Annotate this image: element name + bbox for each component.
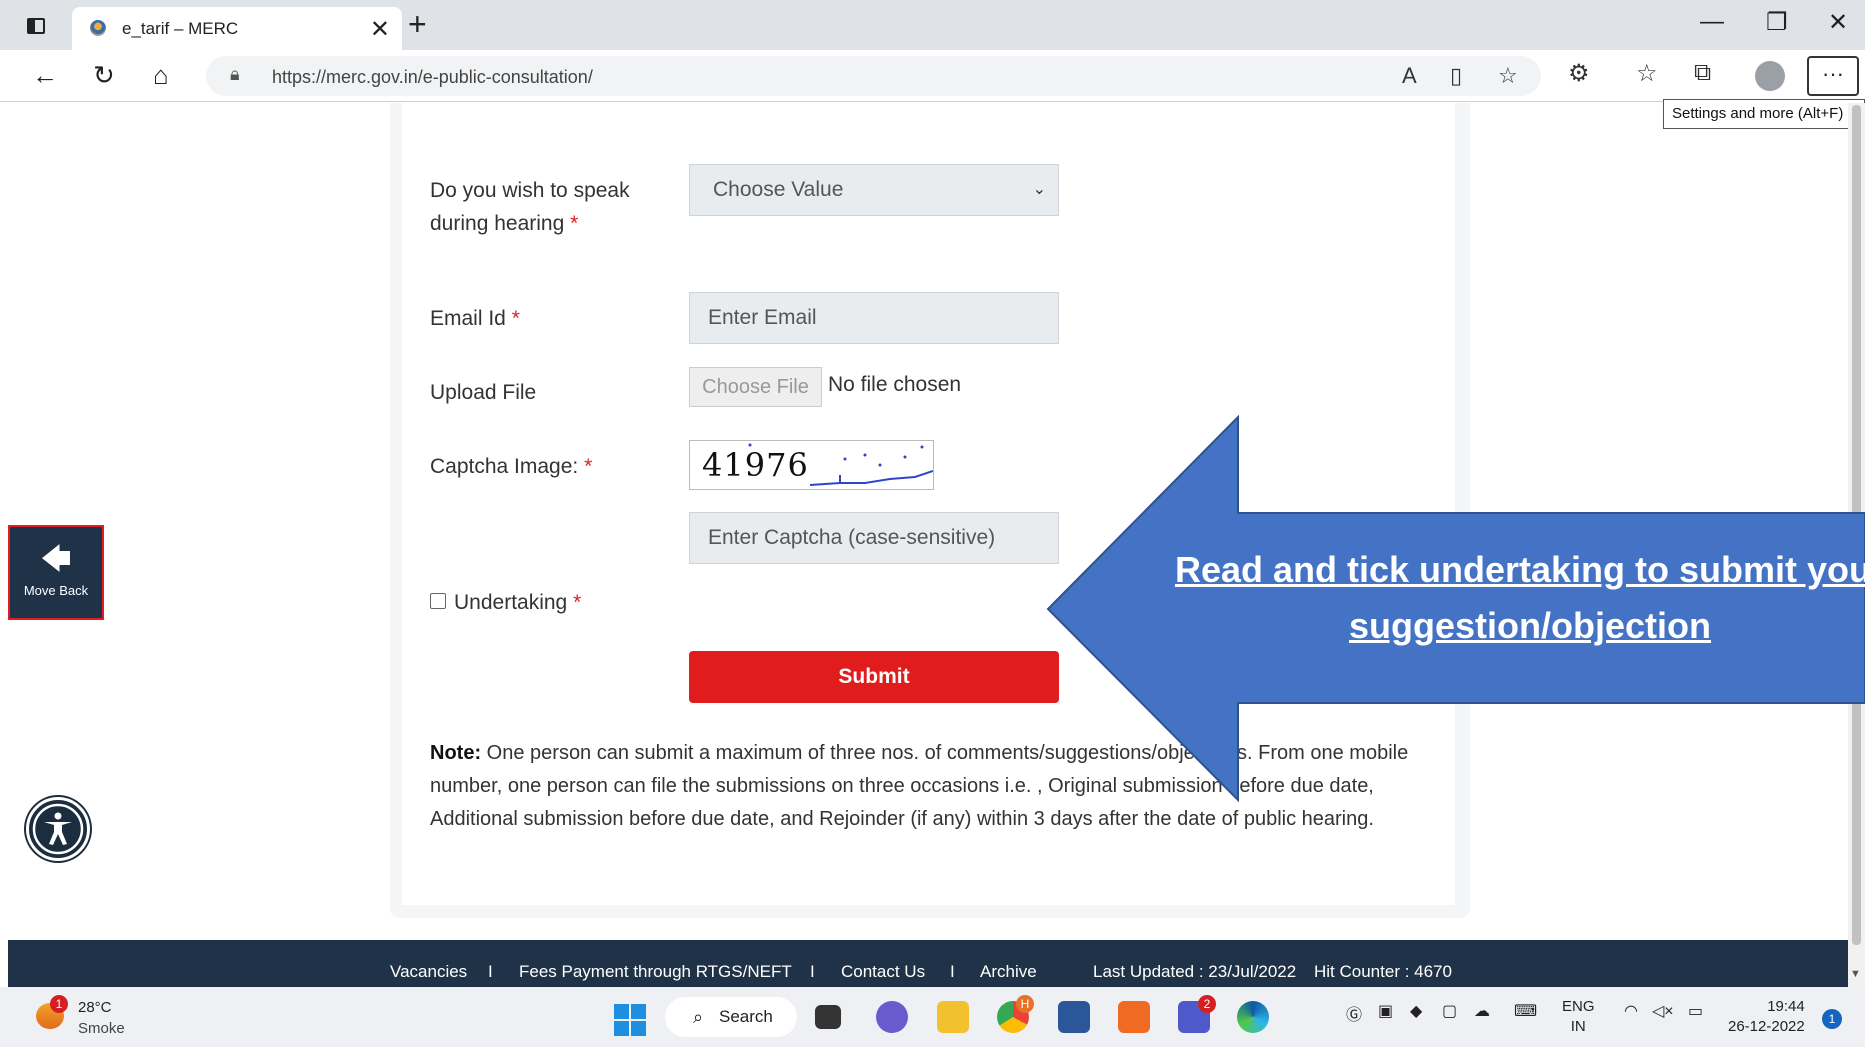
battery-icon[interactable]: ▭ [1688,1001,1703,1021]
taskbar: 1 28°C Smoke ⌕ Search H 2 Ⓖ ▣ ◆ ▢ ☁ ⌨ EN… [0,987,1865,1047]
chrome-badge: H [1016,995,1034,1013]
file-explorer-icon[interactable] [937,1001,969,1033]
annotation-text: Read and tick undertaking to submit your… [1174,549,1865,646]
weather-badge: 1 [50,995,68,1013]
edge-icon[interactable] [1237,1001,1269,1033]
weather-temp[interactable]: 28°C [78,999,112,1016]
security-icon[interactable]: ◆ [1410,1001,1422,1021]
system-clock[interactable]: 19:44 26-12-2022 [1728,997,1805,1037]
footer-hit-counter: Hit Counter : 4670 [1314,962,1452,981]
footer-link-contact[interactable]: Contact Us [841,962,925,982]
annotation-arrow [1046,414,1865,803]
footer-separator: I [810,962,815,981]
notification-badge[interactable]: 1 [1822,1009,1842,1029]
footer-link-archive[interactable]: Archive [980,962,1037,982]
site-footer: Vacancies I Fees Payment through RTGS/NE… [8,940,1848,987]
teams-tray-icon[interactable]: ▣ [1378,1001,1393,1021]
footer-link-fees-payment[interactable]: Fees Payment through RTGS/NEFT [519,962,792,982]
volume-muted-icon[interactable]: ◁× [1652,1001,1674,1021]
taskbar-search[interactable]: ⌕ Search [665,997,797,1037]
qr-tray-icon[interactable]: ▢ [1442,1001,1457,1021]
keyboard-icon[interactable]: ⌨ [1514,1001,1537,1021]
footer-separator: I [950,962,955,981]
word-icon[interactable] [1058,1001,1090,1033]
grammarly-icon[interactable]: Ⓖ [1346,1001,1362,1025]
footer-separator: I [488,962,493,981]
search-icon: ⌕ [693,1007,704,1027]
task-view-icon[interactable] [815,1005,841,1029]
footer-link-vacancies[interactable]: Vacancies [390,962,467,982]
footer-last-updated: Last Updated : 23/Jul/2022 [1093,962,1297,981]
teams-badge: 2 [1198,995,1216,1013]
windows-start-icon[interactable] [614,1004,646,1036]
chat-icon[interactable] [876,1001,908,1033]
office-icon[interactable] [1118,1001,1150,1033]
weather-condition[interactable]: Smoke [78,1020,125,1037]
onedrive-icon[interactable]: ☁ [1474,1001,1490,1021]
wifi-icon[interactable]: ◠ [1624,1001,1638,1021]
language-indicator[interactable]: ENG IN [1562,997,1595,1037]
